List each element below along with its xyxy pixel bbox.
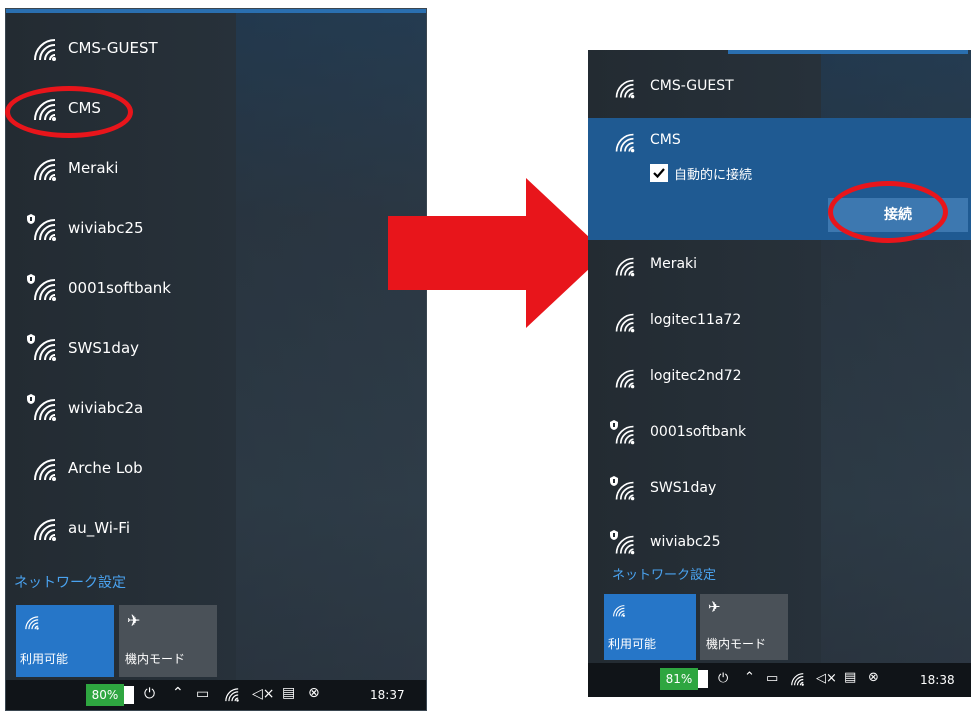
airplane-icon: ✈ (127, 611, 141, 630)
volume-mute-icon[interactable]: ◁× (816, 671, 837, 686)
top-accent-stripe (728, 50, 968, 54)
wifi-icon (613, 605, 626, 618)
volume-mute-icon[interactable]: ◁× (252, 686, 275, 702)
network-item-logitec11a72[interactable]: logitec11a72 (588, 294, 971, 350)
wifi-signal-icon (615, 313, 636, 334)
wifi-signal-icon (615, 535, 636, 556)
right-arrow-icon (388, 178, 606, 328)
network-settings-link[interactable]: ネットワーク設定 (612, 564, 716, 583)
wifi-signal-icon (34, 39, 57, 62)
network-ssid: Meraki (68, 159, 119, 177)
wifi-signal-icon (615, 481, 636, 502)
wifi-signal-icon (615, 425, 636, 446)
network-item-0001softbank[interactable]: 0001softbank (6, 262, 426, 318)
airplane-tile-label: 機内モード (706, 637, 767, 651)
wifi-signal-icon (34, 519, 57, 542)
wifi-tray-icon[interactable] (790, 672, 805, 687)
network-ssid: SWS1day (68, 339, 140, 357)
network-ssid: CMS-GUEST (68, 39, 158, 57)
top-accent-stripe (6, 9, 426, 13)
network-item-arche-lob[interactable]: Arche Lob (6, 442, 426, 498)
wifi-signal-icon (34, 399, 57, 422)
airplane-mode-tile[interactable]: ✈ 機内モード (700, 594, 788, 660)
taskbar: 80% ⏻ ⌃ ▭ ◁× ▤ ⊗ 18:37 (6, 680, 426, 710)
keyboard-icon[interactable]: ▭ (196, 686, 209, 702)
wifi-signal-icon (615, 79, 636, 100)
keyboard-icon[interactable]: ▭ (766, 671, 778, 686)
network-ssid: Meraki (650, 256, 698, 272)
close-circle-icon[interactable]: ⊗ (868, 670, 879, 685)
wifi-tray-icon[interactable] (224, 687, 240, 703)
highlight-connect-annotation (828, 181, 948, 243)
wifi-signal-icon (34, 279, 57, 302)
network-ssid: logitec11a72 (650, 312, 742, 328)
network-ssid: SWS1day (650, 480, 717, 496)
airplane-icon: ✈ (708, 598, 721, 616)
close-circle-icon[interactable]: ⊗ (308, 685, 320, 701)
wifi-signal-icon (34, 339, 57, 362)
battery-level[interactable]: 80% (86, 684, 124, 706)
power-plug-icon: ⏻ (144, 686, 156, 702)
wifi-signal-icon (34, 219, 57, 242)
network-ssid: CMS (650, 132, 681, 148)
power-plug-icon: ⏻ (718, 671, 729, 686)
network-item-meraki[interactable]: Meraki (6, 142, 426, 198)
wifi-signal-icon (615, 369, 636, 390)
network-ssid: au_Wi-Fi (68, 519, 130, 537)
wifi-tile[interactable]: 利用可能 (16, 605, 114, 677)
battery-cap-icon (124, 686, 134, 704)
wifi-signal-icon (34, 159, 57, 182)
network-ssid: Arche Lob (68, 459, 143, 477)
wifi-signal-icon (615, 133, 636, 154)
clock[interactable]: 18:37 (370, 688, 405, 702)
notification-icon[interactable]: ▤ (844, 670, 856, 685)
wifi-flyout-after: CMS-GUEST CMS 自動的に接続 接続 Meraki logitec11… (588, 50, 971, 697)
checkmark-icon (653, 168, 665, 179)
airplane-tile-label: 機内モード (125, 652, 186, 666)
wifi-signal-icon (34, 459, 57, 482)
chevron-up-icon[interactable]: ⌃ (172, 685, 184, 701)
notification-icon[interactable]: ▤ (282, 685, 295, 701)
network-ssid: 0001softbank (68, 279, 171, 297)
auto-connect-label: 自動的に接続 (674, 168, 753, 183)
wifi-tile-label: 利用可能 (20, 652, 69, 666)
chevron-up-icon[interactable]: ⌃ (744, 670, 755, 685)
wifi-icon (25, 616, 40, 631)
network-item-au-wi-fi[interactable]: au_Wi-Fi (6, 502, 426, 558)
network-item-sws1day[interactable]: SWS1day (6, 322, 426, 378)
network-item-logitec2nd72[interactable]: logitec2nd72 (588, 350, 971, 406)
network-ssid: 0001softbank (650, 424, 747, 440)
wifi-signal-icon (615, 257, 636, 278)
wifi-tile[interactable]: 利用可能 (604, 594, 696, 660)
network-item-sws1day[interactable]: SWS1day (588, 462, 971, 518)
network-ssid: CMS-GUEST (650, 78, 734, 94)
network-item-meraki[interactable]: Meraki (588, 238, 971, 294)
network-ssid: wiviabc25 (650, 534, 721, 550)
network-ssid: wiviabc25 (68, 219, 144, 237)
battery-cap-icon (698, 670, 708, 688)
clock[interactable]: 18:38 (920, 673, 955, 687)
network-ssid: wiviabc2a (68, 399, 144, 417)
network-ssid: logitec2nd72 (650, 368, 742, 384)
highlight-cms-annotation (5, 86, 133, 138)
auto-connect-checkbox[interactable] (650, 164, 668, 182)
network-item-cms-guest[interactable]: CMS-GUEST (588, 58, 971, 114)
network-settings-link[interactable]: ネットワーク設定 (14, 572, 126, 592)
wifi-tile-label: 利用可能 (608, 637, 657, 651)
network-item-0001softbank[interactable]: 0001softbank (588, 406, 971, 462)
battery-level[interactable]: 81% (660, 668, 698, 690)
network-item-wiviabc25[interactable]: wiviabc25 (6, 202, 426, 258)
network-item-cms-guest[interactable]: CMS-GUEST (6, 22, 426, 78)
network-item-wiviabc2a[interactable]: wiviabc2a (6, 382, 426, 438)
airplane-mode-tile[interactable]: ✈ 機内モード (119, 605, 217, 677)
taskbar: 81% ⏻ ⌃ ▭ ◁× ▤ ⊗ 18:38 (588, 663, 971, 697)
